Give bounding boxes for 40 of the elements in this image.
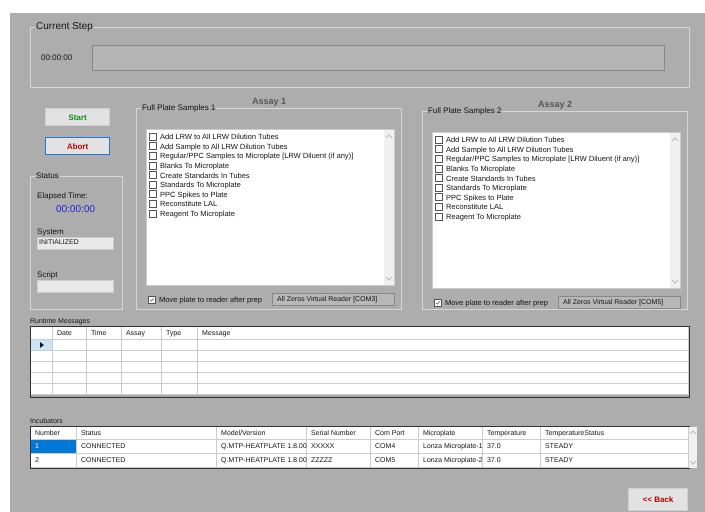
checkbox[interactable] [149,132,157,141]
checkbox[interactable] [148,296,156,304]
status-label: Status [35,171,60,181]
script-label: Script [37,270,58,280]
checkbox[interactable] [435,193,443,202]
assay-title: Assay 2 [538,99,572,109]
checkbox[interactable] [149,190,157,198]
abort-button[interactable]: Abort [45,137,110,155]
table-cell [162,384,198,395]
checkbox[interactable] [435,212,443,221]
elapsed-time: 00:00:00 [55,204,96,215]
checkbox[interactable] [149,171,157,180]
group-label: Full Plate Samples 2 [427,106,502,116]
checkbox[interactable] [435,164,443,173]
row-header[interactable] [31,340,53,351]
current-step-label: Current Step [35,20,94,33]
checkbox[interactable] [149,210,157,218]
checkbox[interactable] [149,180,157,189]
checkbox[interactable] [149,142,157,150]
checkbox[interactable] [435,184,443,192]
checkbox[interactable] [149,152,157,160]
checkbox[interactable] [435,174,443,182]
current-row-icon [40,342,44,348]
elapsed-time-label: Elapsed Time: [37,191,89,201]
table-cell [87,384,122,395]
group-label: Full Plate Samples 1 [141,103,216,113]
checkbox[interactable] [435,136,443,144]
checkbox[interactable] [149,162,157,170]
checkbox[interactable] [434,298,442,306]
table-cell [53,384,87,395]
checkbox[interactable] [435,145,443,154]
checkbox[interactable] [435,202,443,211]
system-label: System [37,227,65,237]
checkbox[interactable] [149,200,157,208]
step-timer: 00:00:00 [41,53,72,62]
back-button[interactable]: << Back [628,488,688,511]
checkbox[interactable] [435,154,443,163]
script-field[interactable] [37,280,114,293]
table-cell [122,384,162,395]
assay-title: Assay 1 [252,96,286,106]
